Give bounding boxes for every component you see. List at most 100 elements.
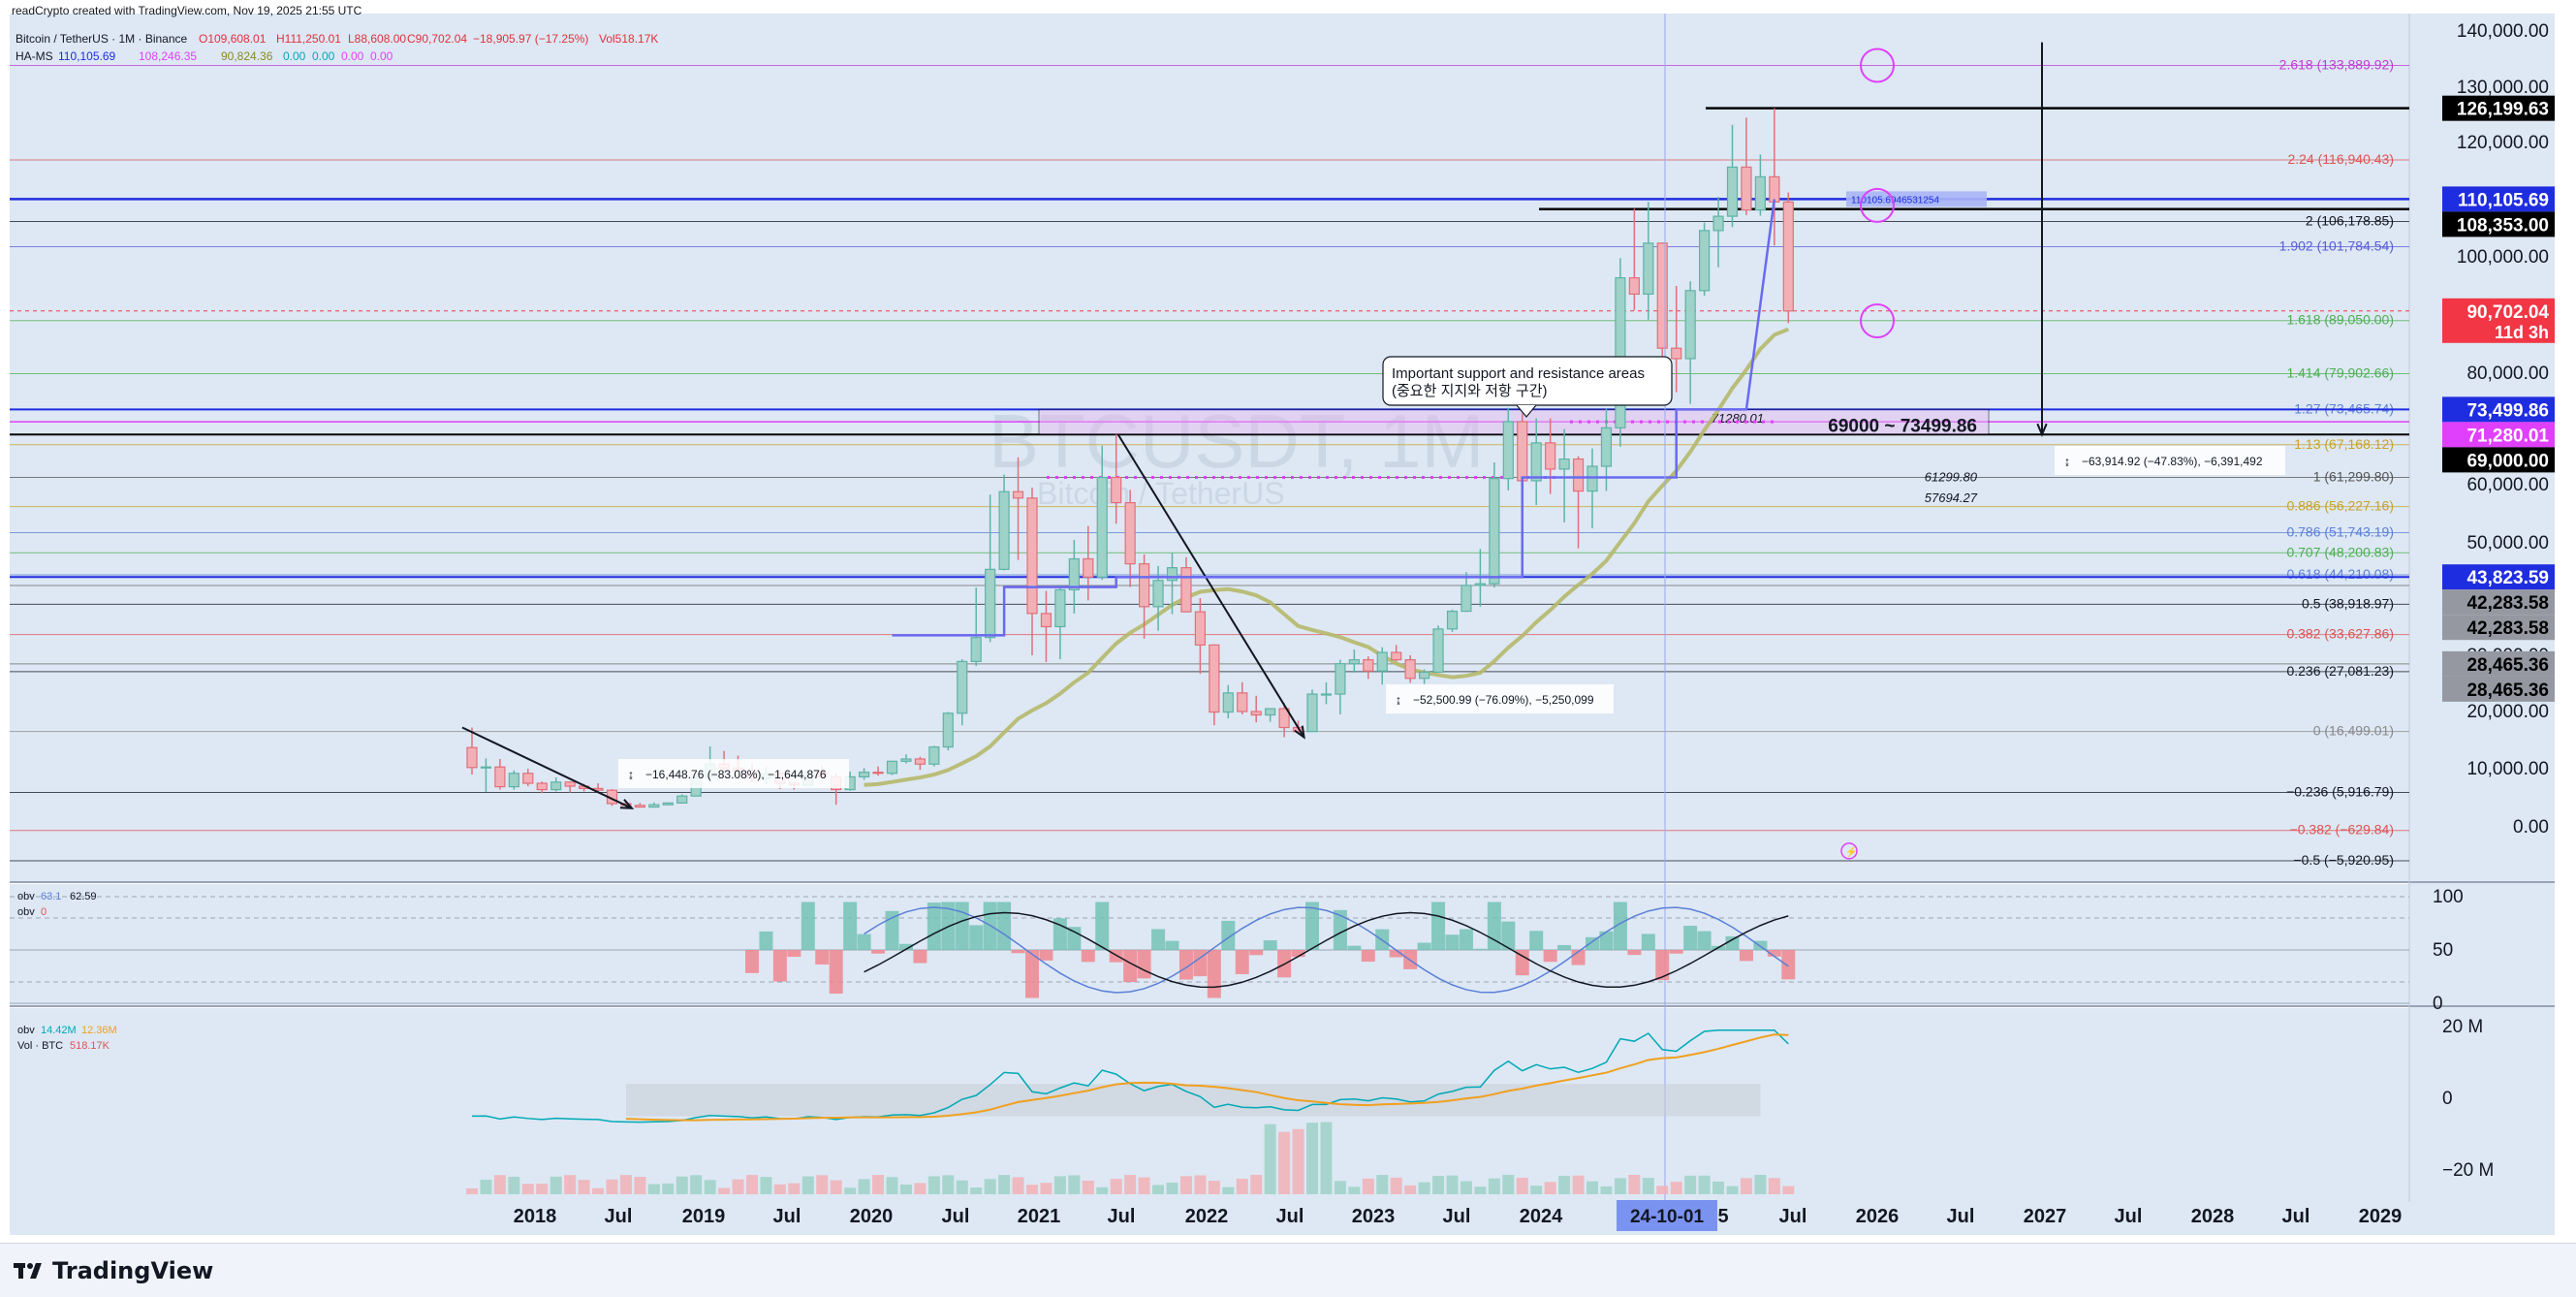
candle[interactable] bbox=[1615, 258, 1626, 447]
price-tick: 0.00 bbox=[2513, 817, 2549, 838]
candle-body bbox=[1012, 490, 1024, 499]
volume-bar bbox=[564, 1175, 577, 1194]
volume-bar bbox=[1684, 1175, 1697, 1194]
symbol-legend[interactable]: Bitcoin / TetherUS · 1M · Binance O109,6… bbox=[16, 32, 658, 46]
candle-body bbox=[1726, 166, 1739, 217]
candle[interactable] bbox=[1432, 625, 1444, 673]
level-label: 71280.01 bbox=[1712, 411, 1764, 426]
price-tags: 126,199.63110,105.69108,353.0090,702.041… bbox=[2442, 95, 2555, 702]
obv-title: obv bbox=[17, 891, 35, 902]
level-label: 61299.80 bbox=[1925, 470, 1978, 485]
volume-bar bbox=[1053, 1176, 1066, 1194]
time-tick: 2024 bbox=[1520, 1206, 1563, 1227]
candle[interactable] bbox=[1782, 192, 1794, 324]
chart-canvas[interactable]: BTCUSDT, 1M Bitcoin / TetherUS readCrypt… bbox=[0, 0, 2576, 1243]
time-tick: 2018 bbox=[514, 1206, 557, 1227]
obv-bar bbox=[857, 933, 871, 950]
time-tick: Jul bbox=[1108, 1206, 1136, 1227]
obv-bar bbox=[1081, 950, 1095, 963]
candle-body bbox=[564, 781, 576, 787]
candle[interactable] bbox=[662, 802, 674, 806]
volume-bar bbox=[1236, 1178, 1248, 1194]
time-tick: Jul bbox=[2115, 1206, 2143, 1227]
candle[interactable] bbox=[1446, 609, 1459, 632]
volume-bar bbox=[1740, 1178, 1752, 1194]
candle-body bbox=[1335, 663, 1346, 695]
measure-tag-label: −16,448.76 (−83.08%), −1,644,876 bbox=[645, 768, 827, 781]
tradingview-brand: TradingView bbox=[52, 1257, 214, 1284]
candle[interactable] bbox=[676, 794, 688, 805]
price-tag-label: 69,000.00 bbox=[2466, 451, 2549, 471]
obv-bar bbox=[1361, 950, 1375, 963]
candle-body bbox=[634, 805, 646, 808]
price-tag-label: 28,465.36 bbox=[2466, 680, 2549, 701]
obv-bar bbox=[885, 910, 899, 950]
candle-body bbox=[1446, 610, 1459, 630]
measure-tag[interactable]: ↨ −52,500.99 (−76.09%), −5,250,099 bbox=[1386, 684, 1614, 713]
price-tag: 42,283.58 bbox=[2442, 615, 2555, 641]
candle-body bbox=[1572, 458, 1585, 492]
candle-body bbox=[1306, 693, 1318, 733]
obv-bar bbox=[1137, 950, 1151, 979]
candle-body bbox=[494, 766, 506, 788]
obv-bar bbox=[801, 902, 815, 950]
volume-bar bbox=[1544, 1182, 1556, 1194]
obv-bar bbox=[1067, 927, 1082, 950]
candle-body bbox=[480, 766, 492, 769]
candle-body bbox=[1363, 659, 1374, 672]
candle[interactable] bbox=[1306, 689, 1318, 733]
volume-bar bbox=[1348, 1186, 1361, 1194]
price-tag-label: 42,283.58 bbox=[2466, 618, 2549, 639]
candle-body bbox=[1656, 242, 1668, 349]
obv-bar bbox=[1263, 940, 1277, 950]
ohlc-change: −18,905.97 (−17.25%) bbox=[473, 32, 588, 46]
volume-bar bbox=[1278, 1131, 1291, 1194]
fib-label: 1.13 (67,168.12) bbox=[2294, 436, 2394, 452]
price-tag-label: 126,199.63 bbox=[2457, 100, 2549, 120]
time-tick: 2019 bbox=[682, 1206, 726, 1227]
volume-bar bbox=[1642, 1178, 1654, 1194]
measure-tag-label: −63,914.92 (−47.83%), −6,391,492 bbox=[2082, 455, 2263, 468]
candle[interactable] bbox=[942, 712, 954, 751]
volume-bar bbox=[480, 1179, 492, 1194]
candle-body bbox=[1348, 659, 1360, 665]
candle[interactable] bbox=[1404, 655, 1416, 683]
time-tick: Jul bbox=[1779, 1206, 1807, 1227]
time-tick: 2021 bbox=[1018, 1206, 1061, 1227]
candle[interactable] bbox=[508, 770, 519, 790]
tradingview-logo[interactable]: TradingView bbox=[14, 1257, 213, 1284]
obv-tick: 100 bbox=[2433, 887, 2464, 907]
fib-label: 1 (61,299.80) bbox=[2313, 469, 2394, 485]
candle[interactable] bbox=[1489, 462, 1500, 588]
volume-bar bbox=[690, 1175, 703, 1194]
candle[interactable] bbox=[928, 745, 940, 767]
candle-body bbox=[1489, 478, 1500, 585]
obv-bar bbox=[1207, 950, 1221, 998]
price-tick: 10,000.00 bbox=[2466, 759, 2549, 779]
measure-tag[interactable]: ↨ −63,914.92 (−47.83%), −6,391,492 bbox=[2055, 446, 2285, 475]
obv-bar bbox=[759, 931, 773, 950]
candle-body bbox=[508, 773, 519, 788]
obv-bar bbox=[829, 950, 843, 995]
price-tag: 73,499.86 bbox=[2442, 396, 2555, 423]
fib-label: 2.24 (116,940.43) bbox=[2288, 151, 2395, 167]
candle-body bbox=[1418, 671, 1430, 680]
volume-bar bbox=[1082, 1180, 1094, 1194]
vol-obv-v1: 14.42M bbox=[41, 1025, 77, 1036]
fib-label: 0.707 (48,200.83) bbox=[2286, 544, 2394, 559]
candle-body bbox=[1461, 585, 1472, 613]
obv-bar bbox=[1347, 945, 1362, 950]
obv-bar bbox=[1459, 929, 1473, 950]
obv-bar bbox=[1669, 950, 1683, 954]
candle-body bbox=[1517, 421, 1528, 482]
candle-body bbox=[1138, 563, 1150, 608]
time-tick: 2029 bbox=[2359, 1206, 2403, 1227]
candle[interactable] bbox=[1698, 222, 1711, 297]
volume-bar bbox=[1586, 1181, 1598, 1194]
candle[interactable] bbox=[886, 760, 898, 775]
price-tag: 42,283.58 bbox=[2442, 589, 2555, 616]
price-tag-label: 90,702.04 bbox=[2466, 302, 2549, 323]
hams-v4: 0.00 bbox=[283, 49, 306, 63]
measure-tag[interactable]: ↨ −16,448.76 (−83.08%), −1,644,876 bbox=[618, 759, 849, 788]
candle-body bbox=[886, 760, 898, 775]
